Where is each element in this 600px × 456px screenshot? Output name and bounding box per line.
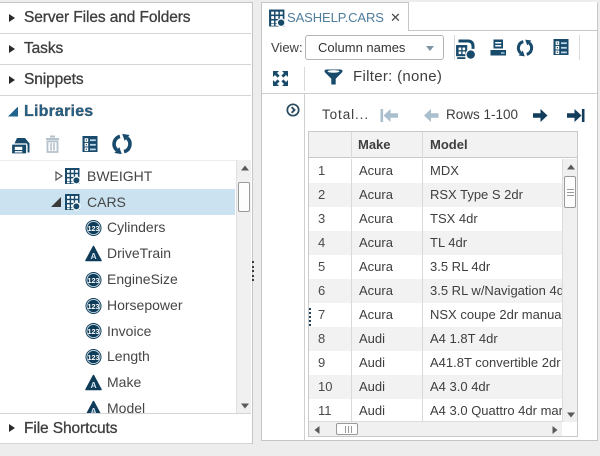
svg-text:123: 123	[88, 353, 100, 362]
svg-text:A: A	[91, 380, 97, 390]
svg-text:123: 123	[88, 327, 100, 336]
svg-text:A: A	[91, 251, 97, 261]
svg-text:123: 123	[88, 224, 100, 233]
svg-text:123: 123	[88, 301, 100, 310]
svg-text:123: 123	[88, 276, 100, 285]
svg-text:A: A	[91, 406, 97, 413]
